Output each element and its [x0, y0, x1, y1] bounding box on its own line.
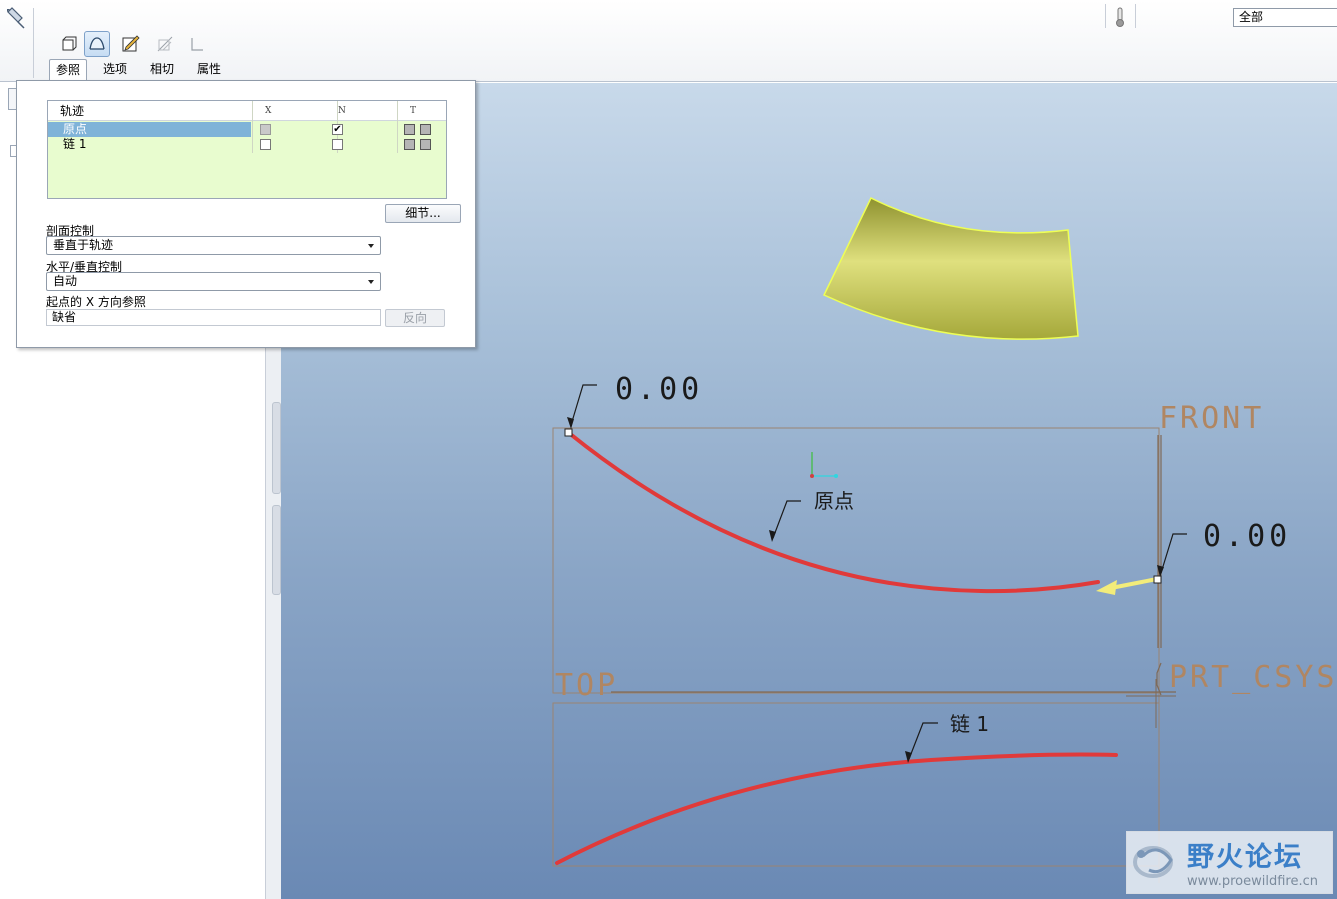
thicken-icon — [191, 38, 203, 51]
thicken-button[interactable] — [184, 31, 210, 57]
sash-grip[interactable] — [272, 402, 281, 494]
dimension-top-value[interactable]: 0.00 — [615, 372, 703, 407]
t-marker[interactable] — [420, 139, 431, 150]
sketch-section-button[interactable] — [118, 31, 144, 57]
watermark: 野火论坛 www.proewildfire.cn — [1126, 831, 1333, 894]
header-trajectory: 轨迹 — [60, 104, 85, 118]
details-button[interactable]: 细节... — [385, 204, 461, 223]
sketch-icon — [122, 35, 140, 52]
n-checkbox[interactable] — [332, 139, 343, 150]
start-arrow[interactable] — [1110, 577, 1158, 590]
header-x: X — [265, 106, 272, 116]
triad-origin — [810, 474, 814, 478]
surface-icon — [89, 37, 105, 50]
sweep-surface-preview[interactable] — [822, 196, 1079, 340]
sweep-feature-icon — [7, 7, 25, 29]
tab-references[interactable]: 参照 — [49, 59, 87, 80]
tab-properties[interactable]: 属性 — [190, 59, 228, 80]
origin-label-leader — [772, 500, 801, 539]
dim-leader-top — [570, 384, 597, 426]
table-row[interactable]: 原点 ✔ — [48, 122, 446, 137]
chevron-down-icon — [368, 280, 374, 284]
t-marker[interactable] — [404, 124, 415, 135]
tab-tangency[interactable]: 相切 — [143, 59, 181, 80]
trajectory-start-handle[interactable] — [1153, 575, 1162, 584]
sketch-outline-upper — [552, 427, 1160, 694]
trajectory-name: 原点 — [48, 122, 251, 137]
table-row[interactable]: 链 1 — [48, 137, 446, 152]
solid-button[interactable] — [56, 31, 82, 57]
dim-leader-arrow — [567, 417, 574, 429]
section-control-value: 垂直于轨迹 — [53, 238, 114, 252]
ribbon-separator — [1135, 4, 1136, 28]
reverse-button: 反向 — [385, 309, 445, 327]
x-direction-ref-field[interactable]: 缺省 — [46, 309, 381, 326]
label-leader-arrow — [769, 530, 776, 542]
header-t: T — [410, 106, 417, 116]
ribbon-separator — [33, 8, 34, 78]
chain-1-label[interactable]: 链 1 — [950, 712, 989, 736]
trajectory-name: 链 1 — [63, 137, 87, 151]
remove-material-icon — [157, 36, 173, 52]
t-marker[interactable] — [404, 139, 415, 150]
hv-control-select[interactable]: 自动 — [46, 272, 381, 291]
dim-leader-right — [1160, 533, 1187, 574]
n-checkbox[interactable]: ✔ — [332, 124, 343, 135]
surface-button[interactable] — [84, 31, 110, 57]
datum-front-label[interactable]: FRONT — [1159, 401, 1264, 436]
dashboard-ribbon: 参照 选项 相切 属性 全部 — [0, 0, 1337, 82]
sketch-outline-lower — [552, 702, 1160, 867]
x-direction-ref-label: 起点的 X 方向参照 — [46, 295, 146, 309]
ribbon-separator — [1105, 4, 1106, 28]
csys-label[interactable]: PRT_CSYS_ — [1169, 660, 1337, 695]
x-checkbox[interactable] — [260, 139, 271, 150]
x-checkbox — [260, 124, 271, 135]
dimension-right-value[interactable]: 0.00 — [1203, 519, 1291, 554]
header-n: N — [338, 106, 346, 116]
origin-trajectory-label[interactable]: 原点 — [814, 489, 854, 513]
references-panel: 轨迹 X N T 原点 ✔ 链 1 细节... 剖面控制 垂直于轨迹 水平/垂直… — [16, 80, 476, 348]
section-control-select[interactable]: 垂直于轨迹 — [46, 236, 381, 255]
chain-1-trajectory[interactable] — [555, 752, 1118, 865]
chevron-down-icon — [368, 244, 374, 248]
triad-x-end — [834, 474, 838, 478]
regen-status-icon[interactable] — [1112, 6, 1128, 28]
watermark-url: www.proewildfire.cn — [1187, 874, 1318, 889]
selection-filter-select[interactable]: 全部 — [1233, 8, 1337, 27]
chain-label-leader — [908, 722, 938, 760]
tab-options[interactable]: 选项 — [96, 59, 134, 80]
hv-control-value: 自动 — [53, 274, 78, 288]
watermark-title: 野火论坛 — [1187, 842, 1303, 873]
sash-grip[interactable] — [272, 505, 281, 595]
solid-icon — [62, 36, 77, 51]
forum-logo-icon — [1133, 846, 1173, 878]
trajectory-table[interactable]: 轨迹 X N T 原点 ✔ 链 1 — [47, 100, 447, 199]
trajectory-end-handle[interactable] — [564, 428, 573, 437]
datum-top-label[interactable]: TOP — [555, 668, 618, 703]
t-marker[interactable] — [420, 124, 431, 135]
trajectory-table-header: 轨迹 X N T — [48, 101, 446, 121]
remove-material-button[interactable] — [152, 31, 178, 57]
